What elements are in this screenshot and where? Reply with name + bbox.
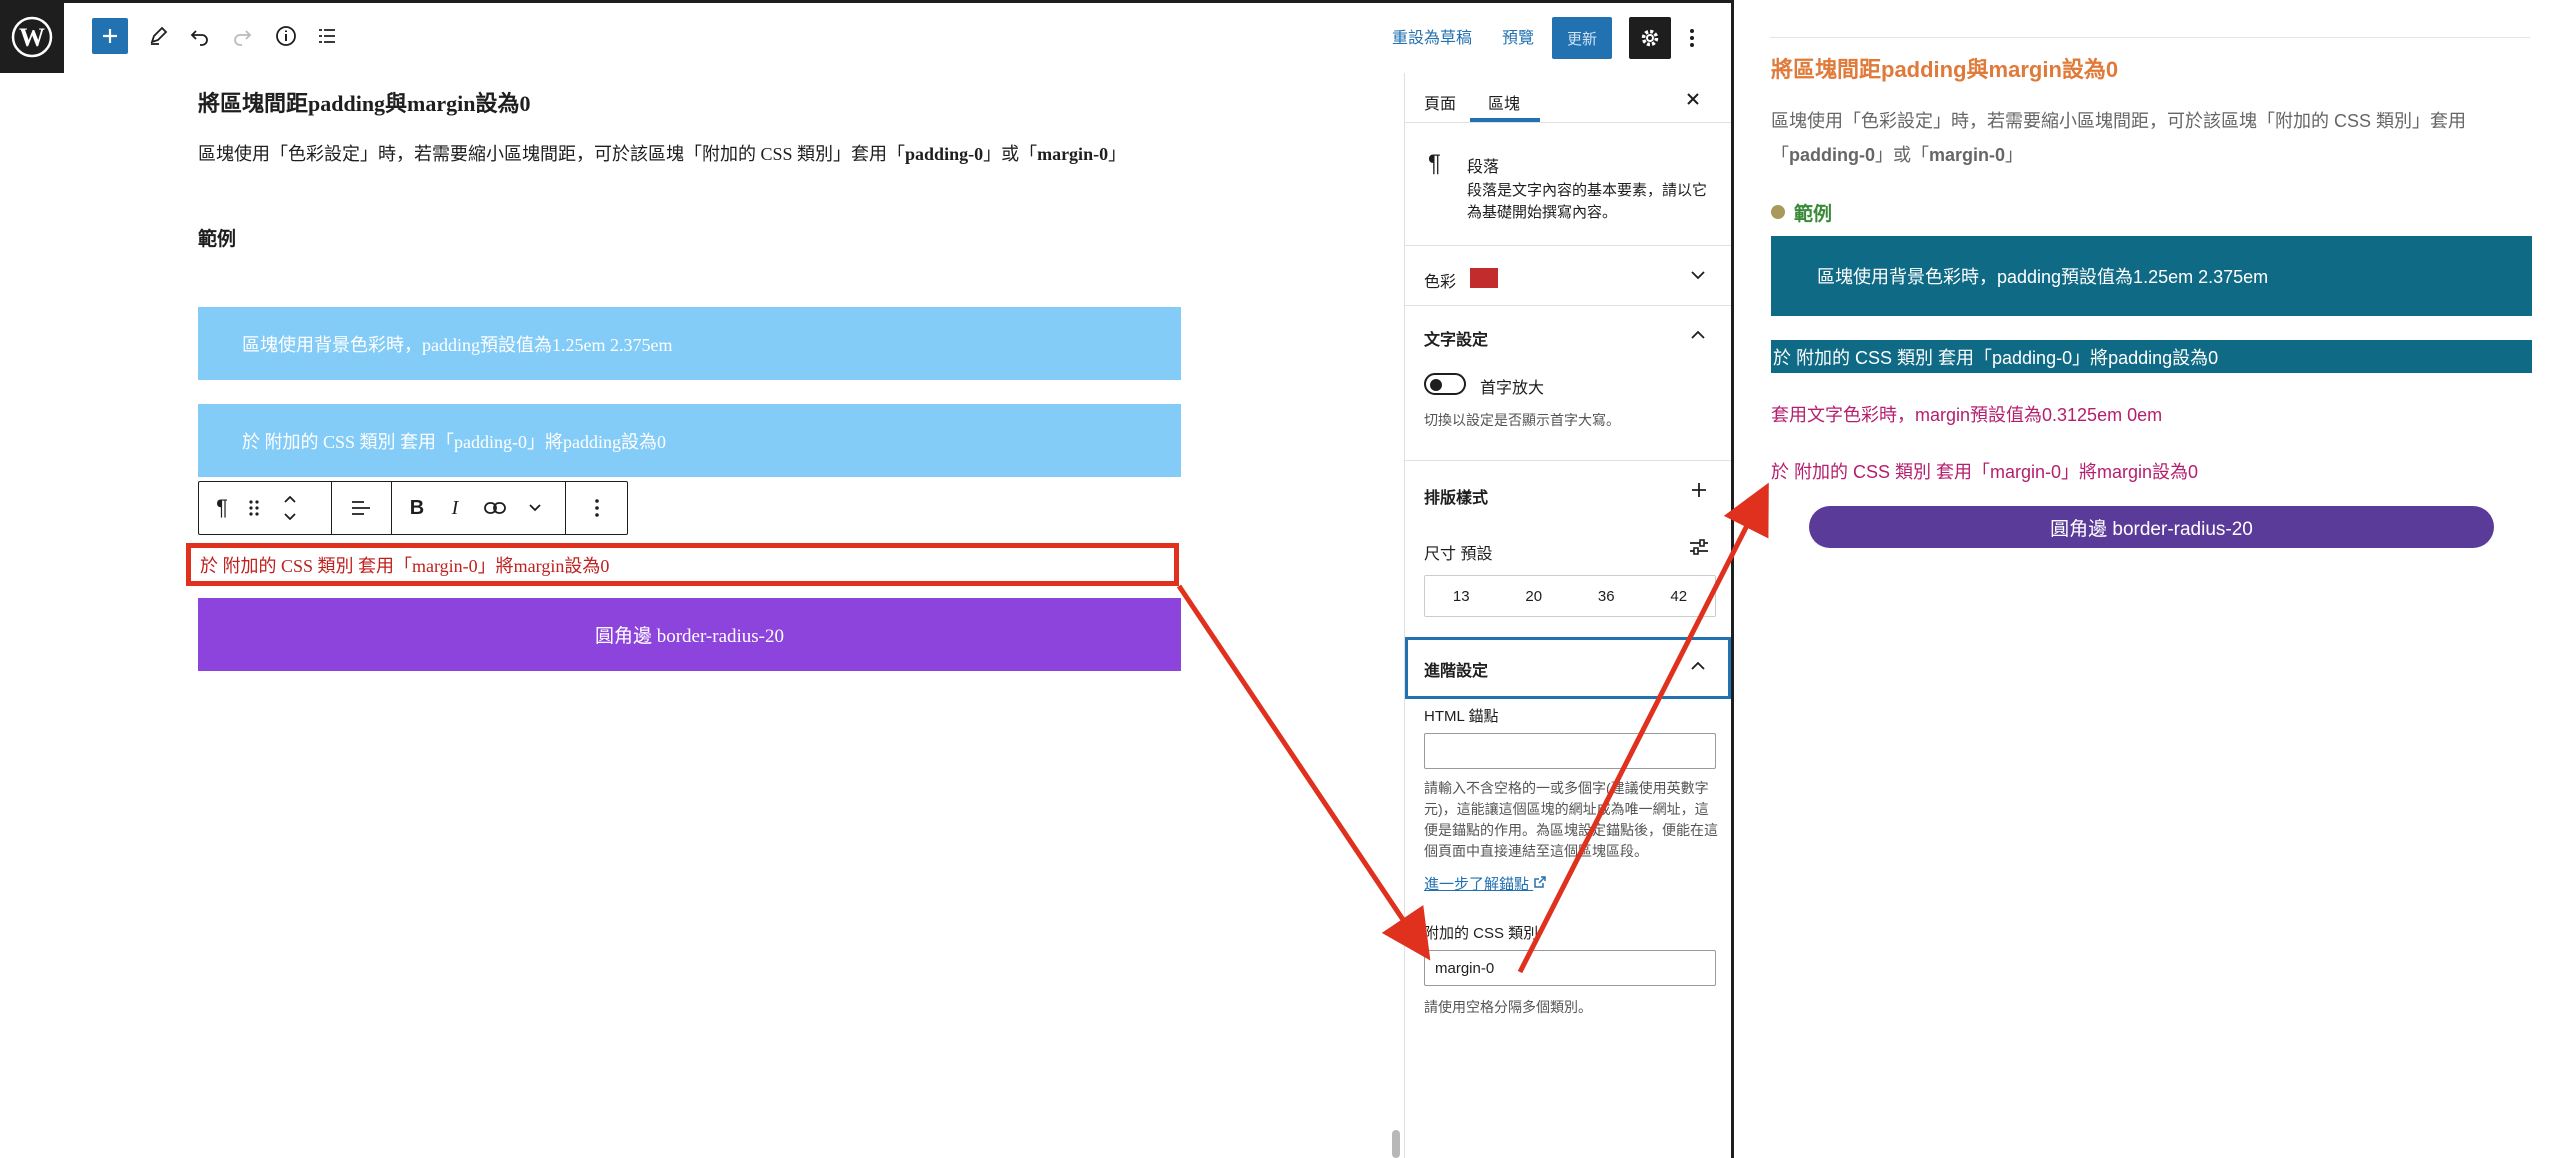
italic-icon[interactable]: I [437, 482, 473, 534]
divider [1404, 460, 1731, 461]
divider [1404, 305, 1731, 306]
html-anchor-help: 請輸入不含空格的一或多個字(建議使用英數字元)，這能讓這個區塊的網址成為唯一網址… [1424, 780, 1718, 859]
preview-button[interactable]: 預覽 [1496, 20, 1540, 52]
list-view-icon[interactable] [309, 18, 345, 54]
font-size-option[interactable]: 42 [1643, 576, 1716, 616]
padding-default-block[interactable]: 區塊使用背景色彩時，padding預設值為1.25em 2.375em [198, 307, 1181, 380]
preview-padding-zero-block: 於 附加的 CSS 類別 套用「padding-0」將padding設為0 [1771, 340, 2532, 373]
para-bold-padding: padding-0 [1789, 145, 1875, 165]
more-options-icon[interactable] [1680, 17, 1704, 59]
preview-margin-zero-paragraph: 於 附加的 CSS 類別 套用「margin-0」將margin設為0 [1771, 462, 2199, 482]
para-bold-margin: margin-0 [1037, 144, 1109, 164]
para-text: 區塊使用「色彩設定」時，若需要縮小區塊間距，可於該區塊「附加的 CSS 類別」套… [198, 144, 906, 164]
example-heading[interactable]: 範例 [198, 224, 236, 251]
screenshot-divider [1731, 0, 1734, 1158]
drop-cap-help: 切換以設定是否顯示首字大寫。 [1424, 412, 1620, 428]
learn-more-anchor-link[interactable]: 進一步了解錨點 [1424, 873, 1547, 894]
preview-top-line [1770, 37, 2530, 38]
padding-zero-block[interactable]: 於 附加的 CSS 類別 套用「padding-0」將padding設為0 [198, 404, 1181, 477]
para-bold-padding: padding-0 [905, 144, 984, 164]
close-icon[interactable] [1684, 88, 1702, 114]
preview-example-heading: 範例 [1794, 204, 1833, 225]
selected-margin-paragraph[interactable]: 於 附加的 CSS 類別 套用「margin-0」將margin設為0 [186, 543, 1179, 586]
toolbar-separator [565, 482, 566, 534]
update-button[interactable]: 更新 [1552, 17, 1612, 59]
toolbar-separator [391, 482, 392, 534]
font-size-option[interactable]: 13 [1425, 576, 1498, 616]
svg-text:W: W [19, 23, 45, 52]
plus-icon[interactable] [1690, 481, 1708, 504]
html-anchor-label: HTML 錨點 [1424, 708, 1499, 725]
html-anchor-input[interactable] [1424, 733, 1716, 769]
preview-text-color-paragraph: 套用文字色彩時，margin預設值為0.3125em 0em [1771, 405, 2163, 425]
toolbar-separator [331, 482, 332, 534]
rounded-border-button-block[interactable]: 圓角邊 border-radius-20 [198, 598, 1181, 671]
color-panel-label[interactable]: 色彩 [1424, 268, 1456, 292]
typography-panel-title[interactable]: 文字設定 [1424, 326, 1488, 350]
block-toolbar: ¶ B I [198, 481, 628, 535]
chevron-down-icon[interactable] [517, 482, 553, 534]
settings-gear-icon[interactable] [1629, 17, 1671, 59]
font-size-option[interactable]: 20 [1498, 576, 1571, 616]
font-size-label: 尺寸 預設 [1424, 546, 1493, 563]
link-icon[interactable] [475, 482, 515, 534]
size-settings-icon[interactable] [1688, 536, 1710, 563]
move-up-down-icon[interactable] [275, 482, 305, 534]
divider [1404, 245, 1731, 246]
para-bold-margin: margin-0 [1929, 145, 2006, 165]
external-link-icon [1534, 876, 1546, 888]
post-heading[interactable]: 將區塊間距padding與margin設為0 [198, 86, 531, 118]
bullet-dot-icon [1771, 205, 1785, 219]
block-card-title: 段落 [1467, 159, 1500, 176]
tab-block[interactable]: 區塊 [1488, 90, 1520, 114]
canvas-scrollbar[interactable] [1392, 1130, 1400, 1158]
topbar-border [64, 0, 1733, 3]
info-icon[interactable] [268, 18, 304, 54]
block-card-description: 段落是文字內容的基本要素，請以它為基礎開始撰寫內容。 [1467, 182, 1708, 221]
toggle-knob [1430, 379, 1442, 391]
preview-rounded-button[interactable]: 圓角邊 border-radius-20 [1809, 506, 2494, 548]
chevron-up-icon[interactable] [1690, 328, 1706, 346]
divider [1404, 122, 1731, 123]
tab-page[interactable]: 頁面 [1424, 90, 1456, 114]
font-size-picker: 13 20 36 42 [1424, 575, 1716, 617]
advanced-panel-title: 進階設定 [1424, 663, 1489, 680]
para-text: 」 [2005, 145, 2024, 165]
pencil-icon[interactable] [140, 18, 176, 54]
css-class-help: 請使用空格分隔多個類別。 [1424, 999, 1592, 1015]
preview-heading: 將區塊間距padding與margin設為0 [1771, 57, 2119, 82]
para-text: 」或「 [1875, 145, 1929, 165]
paragraph-icon[interactable]: ¶ [207, 482, 237, 534]
drag-handle-icon[interactable] [241, 482, 267, 534]
layout-panel-title[interactable]: 排版樣式 [1424, 484, 1488, 508]
font-size-option[interactable]: 36 [1570, 576, 1643, 616]
arrow-to-css-field [1176, 584, 1431, 961]
chevron-down-icon[interactable] [1690, 268, 1706, 286]
wordpress-logo-icon[interactable]: W [0, 0, 64, 73]
link-text: 進一步了解錨點 [1424, 876, 1530, 893]
preview-padding-default-block: 區塊使用背景色彩時，padding預設值為1.25em 2.375em [1771, 236, 2532, 316]
bold-icon[interactable]: B [399, 482, 435, 534]
intro-paragraph[interactable]: 區塊使用「色彩設定」時，若需要縮小區塊間距，可於該區塊「附加的 CSS 類別」套… [198, 140, 1126, 166]
align-left-icon[interactable] [337, 482, 385, 534]
redo-icon[interactable] [224, 18, 260, 54]
para-text: 」 [1108, 144, 1127, 164]
chevron-up-icon[interactable] [1690, 659, 1706, 677]
css-class-input[interactable]: margin-0 [1424, 950, 1716, 986]
block-options-icon[interactable] [577, 482, 617, 534]
drop-cap-label: 首字放大 [1480, 380, 1545, 397]
switch-to-draft-button[interactable]: 重設為草稿 [1386, 20, 1478, 52]
add-block-button[interactable] [92, 18, 128, 54]
undo-icon[interactable] [182, 18, 218, 54]
color-swatch[interactable] [1470, 268, 1498, 288]
paragraph-block-icon: ¶ [1428, 150, 1441, 177]
css-class-label: 附加的 CSS 類別 [1424, 925, 1539, 942]
para-text: 」或「 [983, 144, 1038, 164]
preview-paragraph: 區塊使用「色彩設定」時，若需要縮小區塊間距，可於該區塊「附加的 CSS 類別」套… [1771, 104, 2531, 172]
